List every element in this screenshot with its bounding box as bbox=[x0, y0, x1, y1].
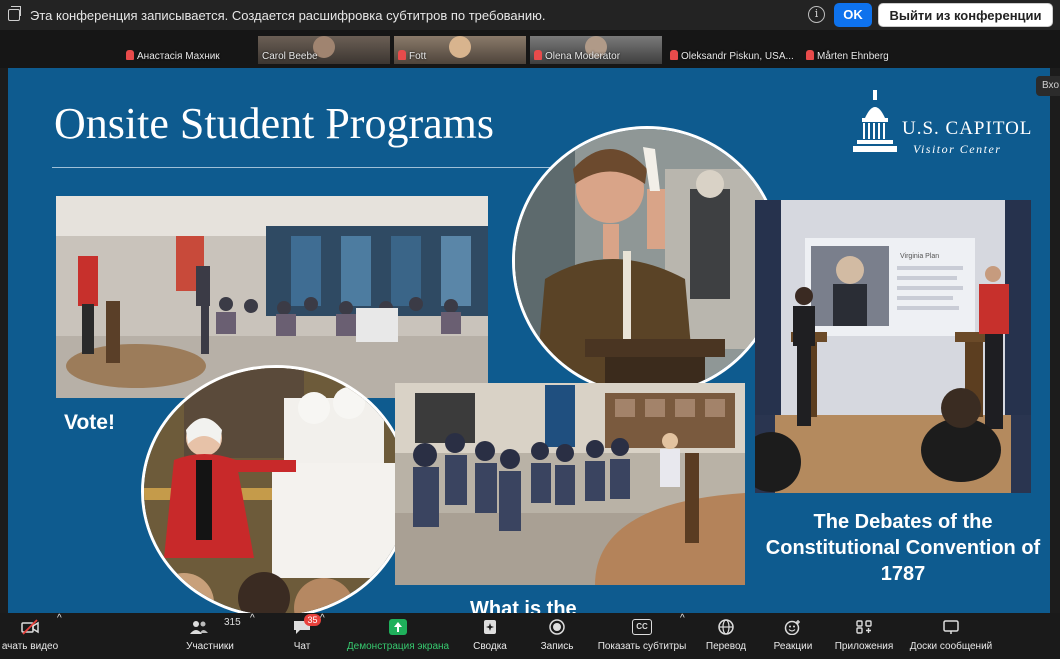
recording-icon bbox=[8, 6, 21, 21]
chat-button[interactable]: 35 Чат bbox=[280, 613, 324, 659]
participants-button[interactable]: 315 Участники bbox=[170, 613, 250, 659]
translate-label: Перевод bbox=[705, 641, 747, 652]
globe-icon bbox=[718, 619, 734, 635]
muted-mic-icon bbox=[126, 50, 134, 60]
reactions-label: Реакции bbox=[773, 641, 813, 652]
participants-label: Участники bbox=[186, 641, 234, 652]
whiteboards-button[interactable]: Доски сообщений bbox=[904, 613, 998, 659]
info-icon[interactable]: i bbox=[808, 6, 825, 23]
participant-tile[interactable]: Oleksandr Piskun, USA... bbox=[666, 36, 798, 64]
photo-students-debate bbox=[395, 383, 745, 585]
reactions-button[interactable]: Реакции bbox=[766, 613, 820, 659]
participant-name: Oleksandr Piskun, USA... bbox=[681, 51, 794, 62]
caption-debates: The Debates of the Constitutional Conven… bbox=[765, 511, 1041, 585]
participant-tile[interactable]: Mårten Ehnberg bbox=[802, 36, 932, 64]
start-video-label: ачать видео bbox=[1, 641, 59, 652]
logo-line-1: U.S. CAPITOL bbox=[902, 118, 1033, 139]
leave-meeting-button[interactable]: Выйти из конференции bbox=[878, 3, 1053, 27]
summary-button[interactable]: Сводка bbox=[468, 613, 512, 659]
apps-button[interactable]: Приложения bbox=[828, 613, 900, 659]
muted-mic-icon bbox=[806, 50, 814, 60]
participant-tile[interactable]: Fott bbox=[394, 36, 526, 64]
whiteboards-label: Доски сообщений bbox=[909, 641, 993, 652]
participant-tile[interactable]: Olena Moderator bbox=[530, 36, 662, 64]
participant-name: Fott bbox=[409, 51, 427, 62]
photo-docent-statue bbox=[141, 365, 411, 613]
captions-options-caret[interactable]: ^ bbox=[680, 613, 685, 659]
shared-screen-slide: Onsite Student Programs U.S. CAPITOL Vis… bbox=[8, 68, 1050, 613]
logo-line-2: Visitor Center bbox=[913, 142, 1002, 156]
summary-icon bbox=[484, 620, 496, 634]
start-video-button[interactable]: ачать видео bbox=[0, 613, 60, 659]
video-off-icon bbox=[21, 619, 39, 635]
share-screen-icon bbox=[389, 619, 407, 635]
participants-icon bbox=[190, 621, 208, 634]
record-button[interactable]: Запись bbox=[534, 613, 580, 659]
side-panel-tab[interactable]: Вхо bbox=[1036, 76, 1060, 96]
smiley-icon bbox=[784, 620, 800, 635]
summary-label: Сводка bbox=[473, 641, 507, 652]
meeting-toolbar: ачать видео ^ 315 Участники ^ 35 Чат ^ Д… bbox=[0, 613, 1060, 659]
participants-count: 315 bbox=[224, 617, 241, 628]
muted-mic-icon bbox=[534, 50, 542, 60]
translate-button[interactable]: Перевод bbox=[700, 613, 752, 659]
muted-mic-icon bbox=[398, 50, 406, 60]
photo-presenter-quill bbox=[512, 126, 782, 396]
muted-mic-icon bbox=[670, 50, 678, 60]
caption-vote: Vote! bbox=[64, 411, 115, 434]
participant-video bbox=[449, 36, 471, 58]
zoom-window: Эта конференция записывается. Создается … bbox=[0, 0, 1060, 659]
show-captions-label: Показать субтитры bbox=[597, 641, 687, 652]
recording-message: Эта конференция записывается. Создается … bbox=[30, 7, 546, 23]
recording-banner: Эта конференция записывается. Создается … bbox=[0, 0, 1060, 30]
capitol-logo: U.S. CAPITOL Visitor Center bbox=[853, 90, 1033, 160]
record-icon bbox=[549, 619, 565, 635]
participant-name: Olena Moderator bbox=[545, 51, 621, 62]
title-divider bbox=[52, 167, 554, 168]
participants-options-caret[interactable]: ^ bbox=[250, 613, 255, 659]
show-captions-button[interactable]: CC Показать субтитры bbox=[594, 613, 690, 659]
whiteboard-icon bbox=[943, 620, 959, 634]
record-label: Запись bbox=[540, 641, 574, 652]
photo-debate-stage: Virginia Plan bbox=[755, 200, 1031, 493]
slide-title: Onsite Student Programs bbox=[54, 99, 494, 148]
apps-label: Приложения bbox=[834, 641, 894, 652]
share-screen-label: Демонстрация экрана bbox=[346, 641, 450, 652]
capitol-dome-icon bbox=[853, 90, 897, 152]
participant-tile[interactable]: Анастасія Махник bbox=[122, 36, 252, 64]
video-options-caret[interactable]: ^ bbox=[57, 613, 62, 659]
chat-unread-badge: 35 bbox=[304, 614, 321, 626]
captions-icon: CC bbox=[632, 619, 652, 635]
participant-name: Анастасія Махник bbox=[137, 51, 220, 62]
caption-what-is: What is the bbox=[470, 598, 577, 613]
participant-strip: Анастасія Махник Carol Beebe Fott Olena … bbox=[0, 30, 1060, 68]
apps-icon bbox=[856, 620, 872, 634]
share-screen-button[interactable]: Демонстрация экрана bbox=[342, 613, 454, 659]
participant-name: Carol Beebe bbox=[262, 51, 318, 62]
participant-tile[interactable]: Carol Beebe bbox=[258, 36, 390, 64]
participant-name: Mårten Ehnberg bbox=[817, 51, 889, 62]
screen-slide-heading: Virginia Plan bbox=[900, 253, 939, 260]
ok-button[interactable]: OK bbox=[834, 3, 872, 27]
chat-label: Чат bbox=[293, 641, 311, 652]
chat-options-caret[interactable]: ^ bbox=[320, 613, 325, 659]
